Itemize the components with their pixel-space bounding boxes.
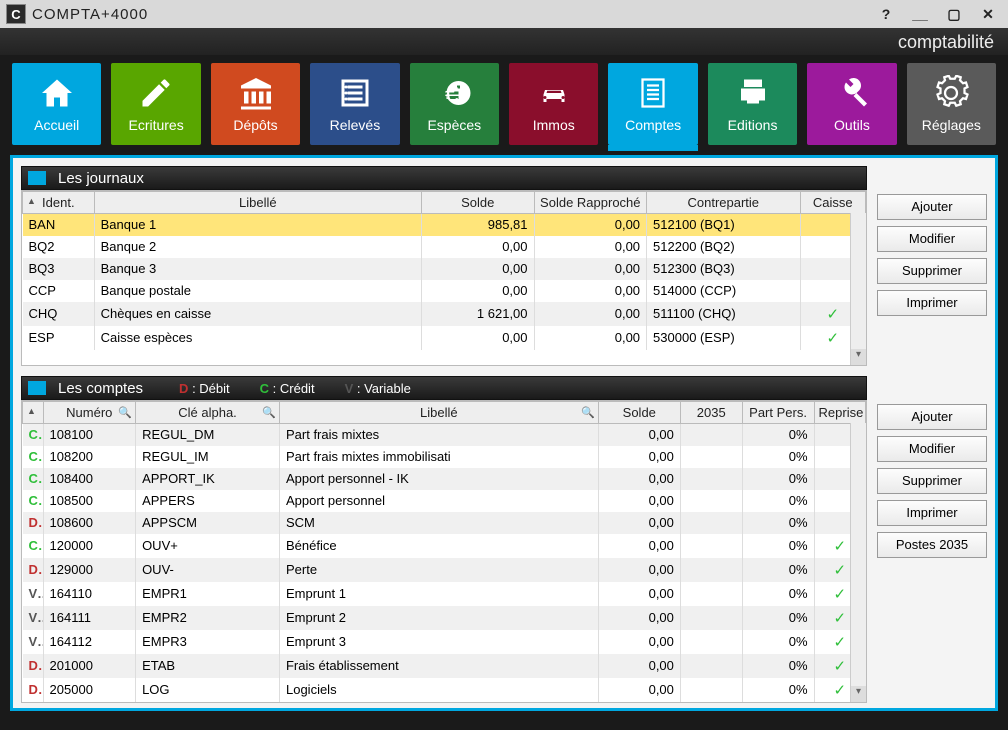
col-contrepartie[interactable]: Contrepartie (647, 192, 800, 214)
journaux-header: Les journaux (21, 166, 867, 190)
scroll-down-icon[interactable]: ▾ (851, 349, 866, 365)
journaux-row[interactable]: CCPBanque postale0,000,00514000 (CCP) (23, 280, 866, 302)
col-caisse[interactable]: Caisse (800, 192, 866, 214)
toolbar-editions[interactable]: Editions (708, 63, 797, 145)
comptes-postes-button[interactable]: Postes 2035 (877, 532, 987, 558)
comptes-row[interactable]: V164112EMPR3Emprunt 30,000%✓ (23, 630, 866, 654)
journaux-grid[interactable]: ▲Ident. Libellé Solde Solde Rapproché Co… (21, 190, 867, 366)
col-solde-c[interactable]: Solde (598, 402, 680, 424)
scroll-down-icon[interactable]: ▾ (851, 686, 866, 702)
search-icon[interactable]: 🔍 (118, 406, 132, 419)
comptes-edit-button[interactable]: Modifier (877, 436, 987, 462)
help-icon[interactable]: ? (872, 6, 900, 22)
comptes-row[interactable]: D201000ETABFrais établissement0,000%✓ (23, 654, 866, 678)
comptes-title: Les comptes (52, 380, 149, 397)
comptes-row[interactable]: D205000LOGLogiciels0,000%✓ (23, 678, 866, 702)
toolbar-label: Dépôts (233, 117, 277, 133)
maximize-icon[interactable]: ▢ (940, 6, 968, 23)
search-icon[interactable]: 🔍 (581, 406, 595, 419)
toolbar-label: Outils (834, 117, 870, 133)
check-icon: ✓ (833, 586, 846, 603)
svg-text:€: € (445, 81, 459, 108)
col-reprise[interactable]: Reprise (814, 402, 865, 424)
toolbar-especes[interactable]: € Espèces (410, 63, 499, 145)
journaux-delete-button[interactable]: Supprimer (877, 258, 987, 284)
toolbar-releves[interactable]: Relevés (310, 63, 399, 145)
journaux-row[interactable]: BQ3Banque 30,000,00512300 (BQ3) (23, 258, 866, 280)
toolbar-ecritures[interactable]: Ecritures (111, 63, 200, 145)
col-cle[interactable]: Clé alpha.🔍 (136, 402, 280, 424)
comptes-print-button[interactable]: Imprimer (877, 500, 987, 526)
toolbar-label: Comptes (625, 117, 681, 133)
comptes-row[interactable]: D108600APPSCMSCM0,000% (23, 512, 866, 534)
app-icon: C (6, 4, 26, 24)
header-square-icon (28, 171, 46, 185)
check-icon: ✓ (833, 610, 846, 627)
col-numero[interactable]: Numéro🔍 (43, 402, 136, 424)
col-libelle[interactable]: Libellé (94, 192, 421, 214)
comptes-row[interactable]: V164111EMPR2Emprunt 20,000%✓ (23, 606, 866, 630)
comptes-row[interactable]: C108200REGUL_IMPart frais mixtes immobil… (23, 446, 866, 468)
toolbar-label: Immos (533, 117, 575, 133)
content-area: Les journaux ▲Ident. Libellé Solde Solde… (10, 155, 998, 711)
check-icon: ✓ (833, 634, 846, 651)
journaux-add-button[interactable]: Ajouter (877, 194, 987, 220)
col-2035[interactable]: 2035 (680, 402, 742, 424)
comptes-row[interactable]: C108500APPERSApport personnel0,000% (23, 490, 866, 512)
check-icon: ✓ (833, 658, 846, 675)
close-icon[interactable]: ✕ (974, 6, 1002, 23)
toolbar-label: Réglages (922, 117, 981, 133)
toolbar-outils[interactable]: Outils (807, 63, 896, 145)
comptes-header: Les comptes D : Débit C : Crédit V : Var… (21, 376, 867, 400)
check-icon: ✓ (833, 562, 846, 579)
check-icon: ✓ (826, 306, 839, 323)
toolbar-label: Ecritures (128, 117, 183, 133)
app-subtitle: comptabilité (0, 28, 1008, 55)
titlebar: C COMPTA+4000 ? __ ▢ ✕ (0, 0, 1008, 28)
app-window: C COMPTA+4000 ? __ ▢ ✕ comptabilité Accu… (0, 0, 1008, 730)
col-solde-rapproche[interactable]: Solde Rapproché (534, 192, 647, 214)
check-icon: ✓ (833, 538, 846, 555)
toolbar-accueil[interactable]: Accueil (12, 63, 101, 145)
header-square-icon (28, 381, 46, 395)
journaux-row[interactable]: BQ2Banque 20,000,00512200 (BQ2) (23, 236, 866, 258)
col-libelle-c[interactable]: Libellé🔍 (279, 402, 598, 424)
main-toolbar: Accueil Ecritures Dépôts Relevés € Espèces Imm… (0, 55, 1008, 145)
comptes-row[interactable]: V164110EMPR1Emprunt 10,000%✓ (23, 582, 866, 606)
toolbar-label: Accueil (34, 117, 79, 133)
comptes-row[interactable]: C108400APPORT_IKApport personnel - IK0,0… (23, 468, 866, 490)
journaux-scrollbar[interactable]: ▾ (850, 213, 866, 365)
comptes-legend: D : Débit C : Crédit V : Variable (179, 381, 411, 396)
comptes-delete-button[interactable]: Supprimer (877, 468, 987, 494)
journaux-row[interactable]: ESPCaisse espèces0,000,00530000 (ESP)✓ (23, 326, 866, 350)
toolbar-label: Espèces (427, 117, 481, 133)
journaux-edit-button[interactable]: Modifier (877, 226, 987, 252)
toolbar-depots[interactable]: Dépôts (211, 63, 300, 145)
check-icon: ✓ (826, 330, 839, 347)
journaux-row[interactable]: BANBanque 1985,810,00512100 (BQ1) (23, 214, 866, 236)
minimize-icon[interactable]: __ (906, 6, 934, 22)
comptes-scrollbar[interactable]: ▾ (850, 423, 866, 702)
journaux-row[interactable]: CHQChèques en caisse1 621,000,00511100 (… (23, 302, 866, 326)
journaux-title: Les journaux (52, 170, 150, 187)
app-title: COMPTA+4000 (32, 6, 866, 23)
journaux-print-button[interactable]: Imprimer (877, 290, 987, 316)
col-partpers[interactable]: Part Pers. (742, 402, 814, 424)
search-icon[interactable]: 🔍 (262, 406, 276, 419)
toolbar-comptes[interactable]: Comptes (608, 63, 697, 145)
toolbar-immos[interactable]: Immos (509, 63, 598, 145)
col-solde[interactable]: Solde (421, 192, 534, 214)
toolbar-label: Editions (728, 117, 778, 133)
col-ident[interactable]: ▲Ident. (23, 192, 95, 214)
comptes-add-button[interactable]: Ajouter (877, 404, 987, 430)
toolbar-label: Relevés (330, 117, 381, 133)
check-icon: ✓ (833, 682, 846, 699)
comptes-row[interactable]: C120000OUV+Bénéfice0,000%✓ (23, 534, 866, 558)
toolbar-reglages[interactable]: Réglages (907, 63, 996, 145)
comptes-row[interactable]: C108100REGUL_DMPart frais mixtes0,000% (23, 424, 866, 446)
comptes-grid[interactable]: ▲ Numéro🔍 Clé alpha.🔍 Libellé🔍 Solde 203… (21, 400, 867, 703)
col-class[interactable]: ▲ (23, 402, 44, 424)
comptes-row[interactable]: D129000OUV-Perte0,000%✓ (23, 558, 866, 582)
